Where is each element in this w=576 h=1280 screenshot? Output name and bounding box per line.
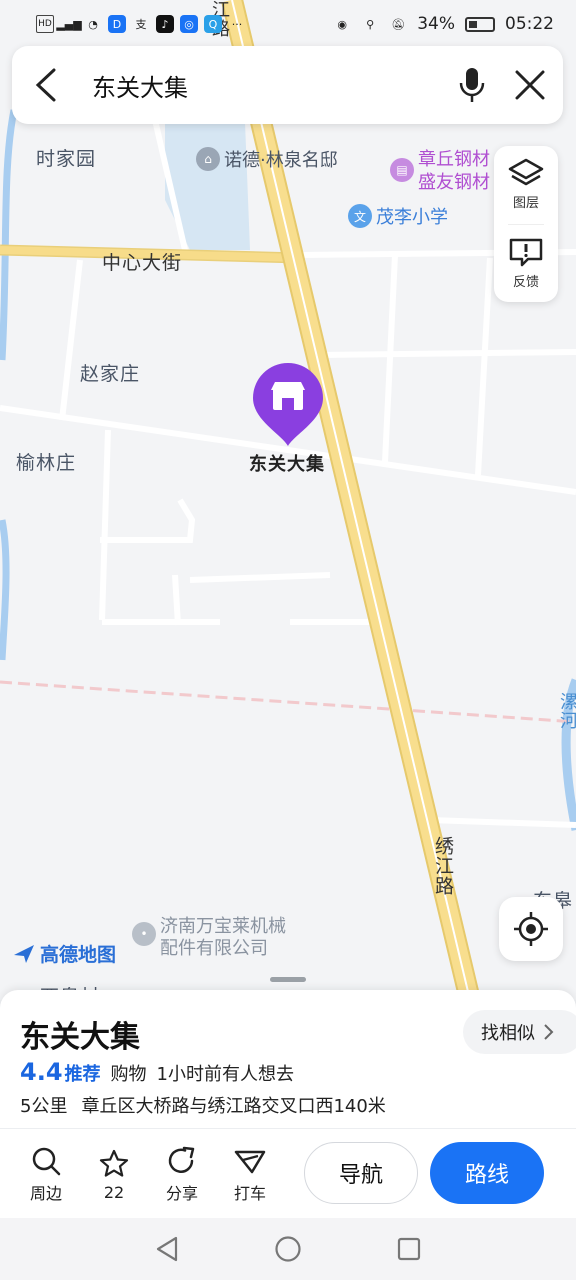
- feedback-icon: [509, 238, 543, 266]
- star-icon: [99, 1149, 129, 1177]
- close-icon: [515, 70, 545, 100]
- alipay-icon: 支: [135, 18, 147, 31]
- back-arrow-icon: [35, 68, 56, 102]
- status-bar: HD ▂▄▆ ◔ D 支 ♪ ◎ Q ··· ◉ ⚲ 🔕︎ 34% 05:22: [0, 0, 576, 48]
- layers-button[interactable]: 图层: [508, 146, 544, 224]
- place-detail-panel: 东关大集 找相似 4.4 推荐 购物 1小时前有人想去 5公里 章丘区大桥路与绣…: [0, 990, 576, 1218]
- system-back-button[interactable]: [154, 1235, 180, 1263]
- square-recents-icon: [397, 1237, 421, 1261]
- triangle-back-icon: [156, 1236, 178, 1262]
- battery-icon: [465, 16, 495, 32]
- road-label-xiujiang: 绣江路: [432, 836, 454, 896]
- system-recents-button[interactable]: [396, 1236, 422, 1262]
- marker-label: 东关大集: [249, 454, 325, 475]
- signal-4g-icon: ▂▄▆: [56, 17, 82, 31]
- place-category: 购物: [110, 1064, 147, 1085]
- search-bar: 东关大集: [12, 46, 563, 124]
- poi-label: 诺德·林泉名邸: [224, 150, 338, 171]
- lightbulb-icon: ◎: [180, 15, 198, 33]
- crosshair-icon: [514, 912, 548, 946]
- voice-search-button[interactable]: [459, 67, 485, 103]
- circle-home-icon: [275, 1236, 301, 1262]
- school-icon: 文: [348, 204, 372, 228]
- route-label: 路线: [464, 1163, 509, 1188]
- status-time: 05:22: [505, 14, 554, 34]
- favorite-count: 22: [103, 1182, 125, 1202]
- bell-off-icon: 🔕︎: [391, 17, 406, 31]
- poi-label: 济南万宝莱机械: [160, 916, 286, 937]
- poi-zhangqiu-steel[interactable]: ▤ 章丘钢材 盛友钢材: [390, 148, 490, 194]
- panel-drag-handle[interactable]: [270, 977, 306, 982]
- wifi-icon: ◔: [88, 17, 98, 31]
- rating-tag: 推荐: [64, 1064, 101, 1085]
- map-label-river: 漯河: [557, 692, 576, 730]
- road-label-zhongxin: 中心大街: [102, 252, 183, 274]
- map-view[interactable]: 时家园 ⌂ 诺德·林泉名邸 ▤ 章丘钢材 盛友钢材 文 茂李小学 中心大街 赵家…: [0, 0, 576, 1000]
- share-icon: [168, 1146, 195, 1173]
- system-home-button[interactable]: [274, 1235, 302, 1263]
- logo-text: 高德地图: [40, 944, 117, 966]
- place-meta: 4.4 推荐 购物 1小时前有人想去: [20, 1058, 294, 1086]
- system-navigation-bar: [0, 1218, 576, 1280]
- tiktok-icon: ♪: [156, 15, 174, 33]
- app-d-icon: D: [108, 15, 126, 33]
- map-label-zhaojiazhuang: 赵家庄: [80, 363, 141, 385]
- rating-score: 4.4: [20, 1058, 63, 1086]
- taxi-label: 打车: [233, 1184, 266, 1203]
- map-side-tools: 图层 反馈: [494, 146, 558, 302]
- layers-label: 图层: [512, 196, 539, 212]
- clear-search-button[interactable]: [515, 70, 545, 100]
- share-label: 分享: [165, 1184, 198, 1203]
- poi-label: 章丘钢材: [418, 149, 490, 170]
- nearby-button[interactable]: 周边: [12, 1146, 80, 1204]
- location-pin-icon: •: [132, 922, 156, 946]
- layers-icon: [508, 159, 544, 186]
- building-icon: ⌂: [196, 147, 220, 171]
- place-title: 东关大集: [20, 1020, 140, 1055]
- locate-me-button[interactable]: [499, 897, 563, 961]
- hd-icon: HD: [36, 15, 54, 33]
- poi-nuode[interactable]: ⌂ 诺德·林泉名邸: [196, 146, 338, 172]
- place-distance: 5公里: [20, 1096, 68, 1117]
- amap-logo-icon: [14, 944, 34, 963]
- poi-maoli-school[interactable]: 文 茂李小学: [348, 203, 448, 229]
- search-input[interactable]: 东关大集: [92, 68, 188, 103]
- chevron-right-icon: [544, 1024, 554, 1040]
- microphone-icon: [459, 68, 485, 102]
- feedback-label: 反馈: [512, 274, 539, 290]
- navigate-label: 导航: [338, 1163, 383, 1188]
- favorite-button[interactable]: 22: [80, 1149, 148, 1202]
- route-button[interactable]: 路线: [430, 1142, 544, 1204]
- recent-visit: 1小时前有人想去: [156, 1064, 294, 1085]
- location-icon: ⚲: [366, 17, 375, 31]
- shop-icon: ▤: [390, 158, 414, 182]
- share-button[interactable]: 分享: [148, 1146, 216, 1204]
- feedback-button[interactable]: 反馈: [508, 223, 544, 303]
- place-marker[interactable]: [251, 362, 325, 448]
- place-address-row: 5公里 章丘区大桥路与绣江路交叉口西140米: [20, 1092, 386, 1118]
- more-dots-icon: ···: [231, 17, 243, 31]
- store-pin-icon: [253, 363, 323, 446]
- find-similar-button[interactable]: 找相似: [463, 1010, 576, 1054]
- poi-label: 盛友钢材: [418, 172, 490, 193]
- battery-percent: 34%: [417, 14, 455, 34]
- poi-label: 茂李小学: [376, 207, 448, 228]
- navigate-button[interactable]: 导航: [304, 1142, 418, 1204]
- search-icon: [32, 1147, 61, 1176]
- map-label-shijiayuan: 时家园: [36, 148, 97, 170]
- search-app-icon: Q: [204, 15, 222, 33]
- taxi-button[interactable]: 打车: [216, 1146, 284, 1204]
- map-label-yulinzhuang: 榆林庄: [16, 452, 77, 474]
- panel-divider: [0, 1128, 576, 1129]
- eye-icon: ◉: [337, 17, 347, 31]
- poi-label: 配件有限公司: [160, 938, 268, 959]
- place-address: 章丘区大桥路与绣江路交叉口西140米: [81, 1096, 386, 1117]
- poi-wanbaolai[interactable]: • 济南万宝莱机械 配件有限公司: [132, 916, 286, 960]
- nearby-label: 周边: [29, 1184, 62, 1203]
- back-button[interactable]: [34, 68, 58, 102]
- taxi-icon: [234, 1150, 266, 1174]
- find-similar-label: 找相似: [481, 1023, 535, 1044]
- panel-actions: 周边 22 分享 打车 导航 路线: [0, 1140, 576, 1210]
- map-logo: 高德地图: [12, 940, 116, 967]
